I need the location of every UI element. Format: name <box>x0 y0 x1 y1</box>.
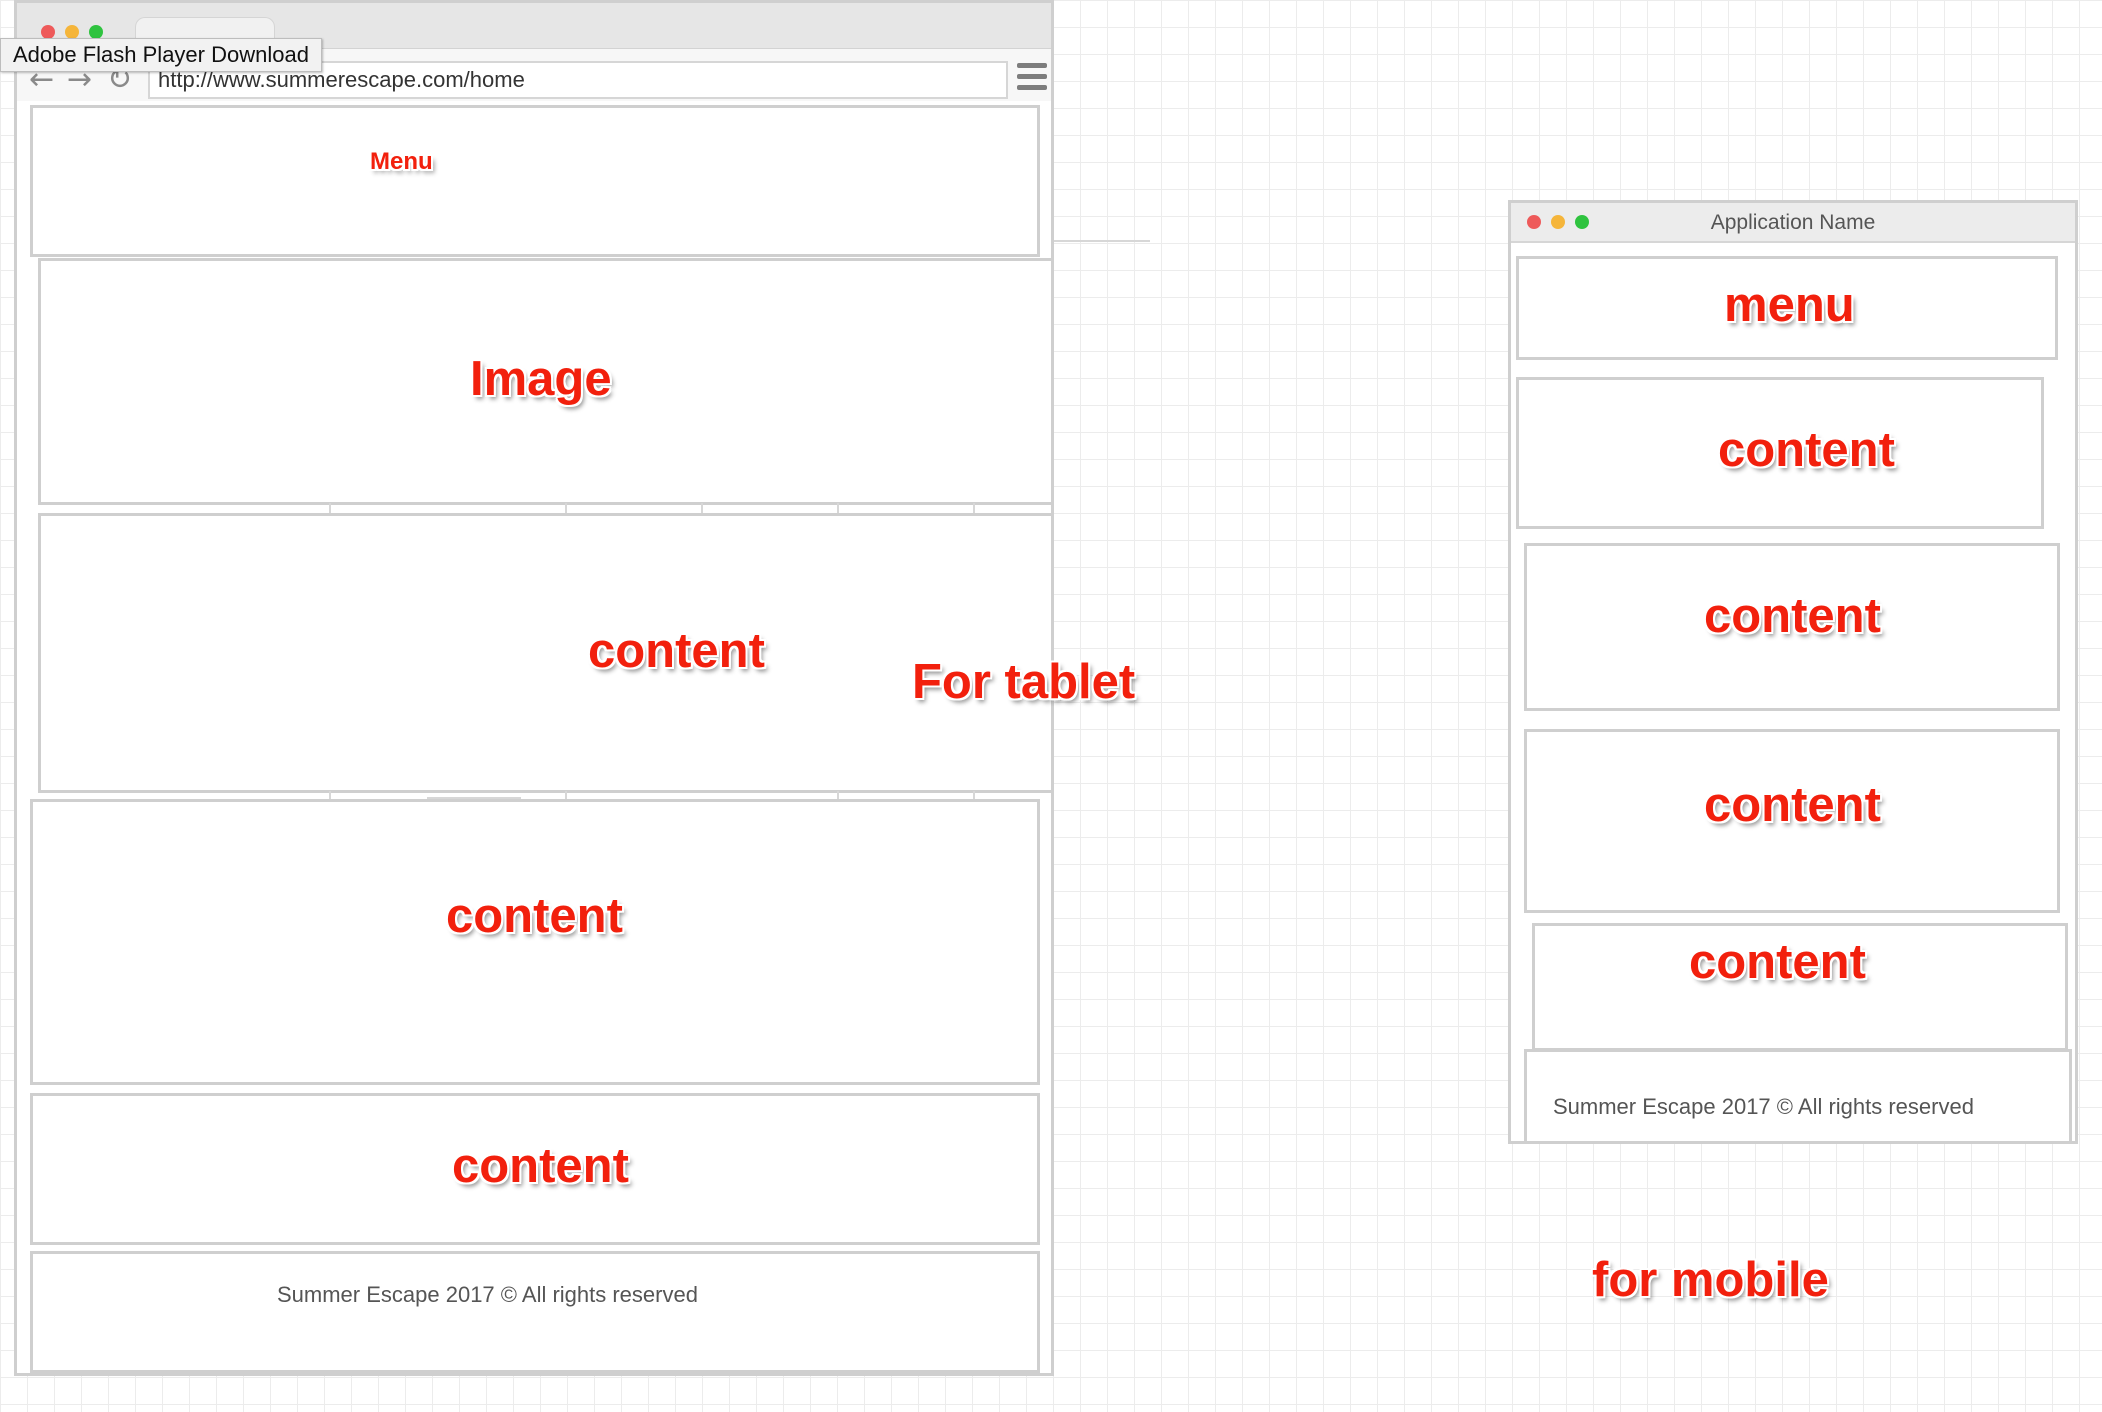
mobile-footer-box: Summer Escape 2017 © All rights reserved <box>1524 1049 2072 1144</box>
mobile-content-label: content <box>1718 423 1895 477</box>
tablet-image-box: Image <box>38 258 1051 505</box>
tablet-content-label: content <box>452 1139 629 1193</box>
tablet-content-box-1: content <box>38 513 1051 793</box>
mobile-content-label: content <box>1704 778 1881 832</box>
tablet-content-box-3: content <box>30 1093 1040 1245</box>
hamburger-line <box>1017 63 1047 68</box>
mobile-content-label: content <box>1704 589 1881 643</box>
tablet-image-label: Image <box>470 352 612 406</box>
tablet-browser-window: ← → ↻ http://www.summerescape.com/home M… <box>14 0 1054 1376</box>
connector-line <box>1040 240 1150 242</box>
hamburger-line <box>1017 74 1047 79</box>
mobile-menu-box: menu <box>1516 256 2058 360</box>
tablet-menu-box: Menu <box>30 105 1040 257</box>
mobile-menu-label: menu <box>1724 278 1855 332</box>
tablet-caption: For tablet <box>912 655 1136 709</box>
mobile-content-box-4: content <box>1532 923 2068 1051</box>
window-minimize-button[interactable] <box>65 25 79 39</box>
mobile-footer-text: Summer Escape 2017 © All rights reserved <box>1553 1094 1974 1119</box>
window-maximize-button[interactable] <box>89 25 103 39</box>
mobile-content-label: content <box>1689 935 1866 989</box>
tablet-menu-label: Menu <box>370 148 433 175</box>
mobile-caption: for mobile <box>1592 1253 1829 1307</box>
mobile-content-box-1: content <box>1516 377 2044 529</box>
hamburger-line <box>1017 85 1047 90</box>
tablet-content-label: content <box>446 889 623 943</box>
window-close-button[interactable] <box>41 25 55 39</box>
tablet-content-box-2: content <box>30 799 1040 1085</box>
application-name: Application Name <box>1710 211 1876 234</box>
hamburger-menu-icon[interactable] <box>1017 61 1047 93</box>
mobile-content-box-3: content <box>1524 729 2060 913</box>
tablet-footer-box: Summer Escape 2017 © All rights reserved <box>30 1251 1040 1373</box>
tablet-footer-text: Summer Escape 2017 © All rights reserved <box>277 1282 698 1307</box>
mobile-app-window: Application Name menu content content co… <box>1508 200 2078 1144</box>
mobile-content-box-2: content <box>1524 543 2060 711</box>
tablet-content-label: content <box>588 624 765 678</box>
flash-player-tooltip: Adobe Flash Player Download <box>0 38 322 72</box>
